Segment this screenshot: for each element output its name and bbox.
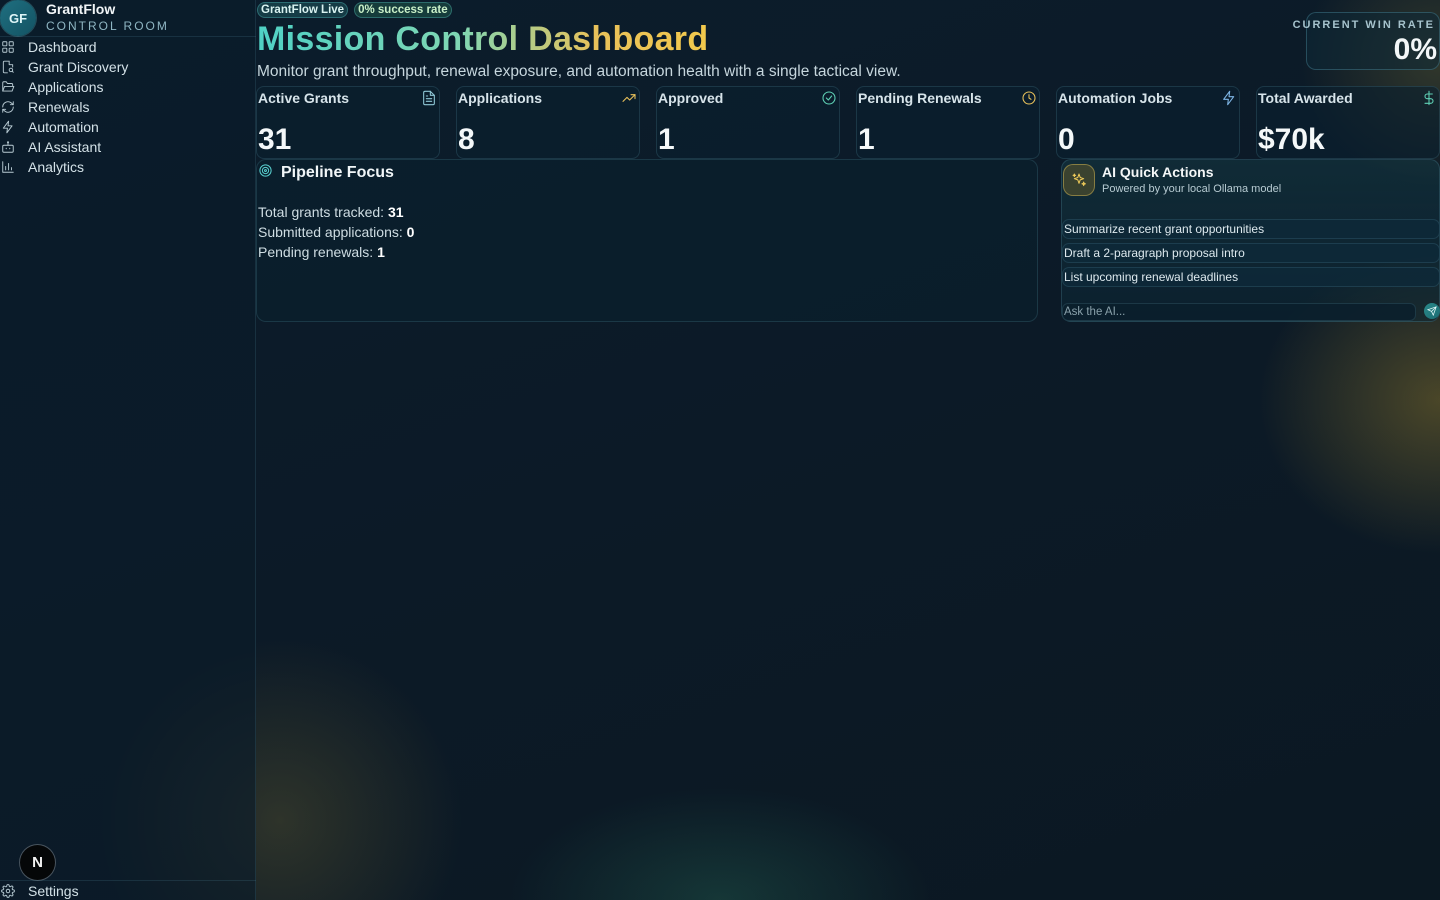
sparkles-icon xyxy=(1063,164,1095,196)
sidebar-item-settings[interactable]: Settings xyxy=(0,880,256,900)
lightning-icon xyxy=(0,117,28,137)
header-badges: GrantFlow Live 0% success rate xyxy=(257,2,452,18)
pipeline-metric: Total grants tracked: 31 xyxy=(258,202,414,222)
ai-prompt-input[interactable] xyxy=(1062,303,1416,321)
settings-label: Settings xyxy=(28,882,79,899)
stat-label: Total Awarded xyxy=(1258,90,1353,106)
pipeline-header: Pipeline Focus xyxy=(258,163,394,183)
stat-card-approved[interactable]: Approved 1 xyxy=(656,86,840,159)
ai-title: AI Quick Actions xyxy=(1102,164,1214,180)
stat-value: $70k xyxy=(1258,123,1325,156)
stat-value: 0 xyxy=(1058,123,1075,156)
document-icon xyxy=(421,90,437,106)
stat-card-total-awarded[interactable]: Total Awarded $70k xyxy=(1256,86,1440,159)
brand-subtitle: CONTROL ROOM xyxy=(46,19,169,33)
stat-card-active-grants[interactable]: Active Grants 31 xyxy=(256,86,440,159)
lightning-icon xyxy=(1221,90,1237,106)
bot-icon xyxy=(0,137,28,157)
metric-value: 0 xyxy=(406,224,415,240)
sidebar-item-label: Dashboard xyxy=(28,39,97,55)
ai-action-summarize-button[interactable]: Summarize recent grant opportunities xyxy=(1062,219,1440,239)
ai-action-list: Summarize recent grant opportunities Dra… xyxy=(1062,219,1440,291)
ai-action-draft-intro-button[interactable]: Draft a 2-paragraph proposal intro xyxy=(1062,243,1440,263)
sidebar-item-label: Grant Discovery xyxy=(28,59,129,75)
stat-card-pending-renewals[interactable]: Pending Renewals 1 xyxy=(856,86,1040,159)
sidebar: GF GrantFlow CONTROL ROOM Dashboard Gran… xyxy=(0,0,256,900)
stat-value: 31 xyxy=(258,123,292,156)
sidebar-item-label: Automation xyxy=(28,119,99,135)
metric-label: Total grants tracked: xyxy=(258,204,385,220)
sidebar-item-analytics[interactable]: Analytics xyxy=(0,157,256,177)
pipeline-metric: Submitted applications: 0 xyxy=(258,222,414,242)
sidebar-item-label: Renewals xyxy=(28,99,90,115)
sidebar-item-label: Analytics xyxy=(28,159,85,175)
metric-label: Pending renewals: xyxy=(258,244,374,260)
stat-cards: Active Grants 31 Applications 8 Approved… xyxy=(256,86,1440,159)
trending-up-icon xyxy=(621,90,637,106)
pipeline-metric: Pending renewals: 1 xyxy=(258,242,414,262)
stat-value: 8 xyxy=(458,123,475,156)
stat-label: Pending Renewals xyxy=(858,90,982,106)
send-icon xyxy=(1426,304,1437,319)
win-rate-card: CURRENT WIN RATE 0% xyxy=(1293,12,1440,70)
stat-value: 1 xyxy=(658,123,675,156)
grid-icon xyxy=(0,37,28,57)
sidebar-nav: Dashboard Grant Discovery Applications R… xyxy=(0,37,256,177)
metric-value: 1 xyxy=(377,244,385,260)
win-rate-value: 0% xyxy=(1393,33,1437,66)
sidebar-item-label: Applications xyxy=(28,79,104,95)
sidebar-item-applications[interactable]: Applications xyxy=(0,77,256,97)
bar-chart-icon xyxy=(0,157,28,177)
stat-value: 1 xyxy=(858,123,875,156)
refresh-icon xyxy=(0,97,28,117)
avatar[interactable]: N xyxy=(20,845,55,880)
sidebar-item-grant-discovery[interactable]: Grant Discovery xyxy=(0,57,256,77)
ai-subtitle: Powered by your local Ollama model xyxy=(1102,183,1282,195)
gear-icon xyxy=(0,883,28,898)
stat-label: Active Grants xyxy=(258,90,350,106)
page-subtitle: Monitor grant throughput, renewal exposu… xyxy=(257,63,901,80)
stat-label: Applications xyxy=(458,90,543,106)
folder-open-icon xyxy=(0,77,28,97)
pipeline-focus-card: Pipeline Focus Total grants tracked: 31 … xyxy=(256,159,1038,322)
pipeline-title: Pipeline Focus xyxy=(281,164,394,181)
brand-header: GF GrantFlow CONTROL ROOM xyxy=(0,0,256,37)
brand-name: GrantFlow xyxy=(46,1,116,17)
brand-logo[interactable]: GF xyxy=(0,0,36,36)
page-title: Mission Control Dashboard xyxy=(257,20,709,58)
sidebar-item-dashboard[interactable]: Dashboard xyxy=(0,37,256,57)
dollar-icon xyxy=(1421,90,1437,106)
stat-card-automation-jobs[interactable]: Automation Jobs 0 xyxy=(1056,86,1240,159)
metric-value: 31 xyxy=(387,204,404,220)
stat-label: Approved xyxy=(658,90,724,106)
sidebar-item-renewals[interactable]: Renewals xyxy=(0,97,256,117)
send-button[interactable] xyxy=(1424,303,1440,319)
metric-label: Submitted applications: xyxy=(258,224,403,240)
sidebar-item-ai-assistant[interactable]: AI Assistant xyxy=(0,137,256,157)
target-icon xyxy=(258,163,273,183)
status-badge-live: GrantFlow Live xyxy=(257,2,349,18)
status-badge-success-rate: 0% success rate xyxy=(354,2,452,18)
sidebar-item-automation[interactable]: Automation xyxy=(0,117,256,137)
file-search-icon xyxy=(0,57,28,77)
stat-label: Automation Jobs xyxy=(1058,90,1173,106)
win-rate-label: CURRENT WIN RATE xyxy=(1292,19,1435,31)
sidebar-item-label: AI Assistant xyxy=(28,139,102,155)
stat-card-applications[interactable]: Applications 8 xyxy=(456,86,640,159)
ai-quick-actions-card: AI Quick Actions Powered by your local O… xyxy=(1061,159,1440,322)
clock-icon xyxy=(1021,90,1037,106)
ai-action-renewal-deadlines-button[interactable]: List upcoming renewal deadlines xyxy=(1062,267,1440,287)
check-circle-icon xyxy=(821,90,837,106)
pipeline-metrics: Total grants tracked: 31 Submitted appli… xyxy=(258,202,414,262)
